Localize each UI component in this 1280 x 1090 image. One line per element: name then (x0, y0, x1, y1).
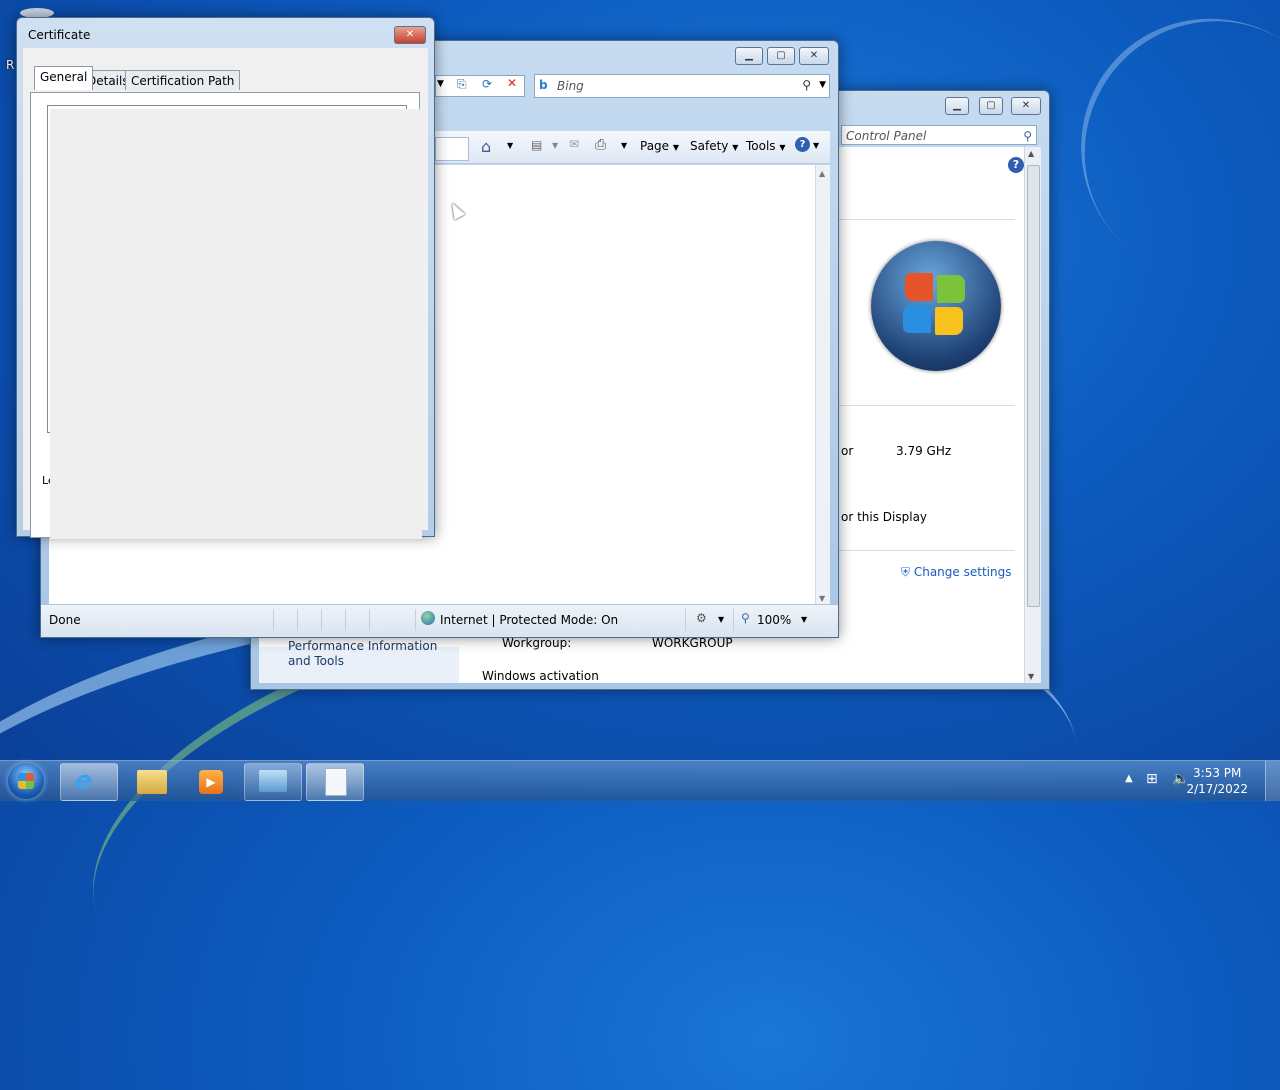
search-placeholder: Control Panel (846, 129, 927, 143)
show-desktop-button[interactable] (1265, 761, 1280, 801)
close-button[interactable]: ✕ (394, 26, 426, 44)
protected-dropdown-icon[interactable]: ▼ (718, 615, 724, 624)
start-button[interactable] (8, 763, 44, 799)
tab-general-label: General (40, 70, 88, 84)
vertical-scrollbar[interactable]: ▲ ▼ (815, 165, 830, 605)
tab-certification-path[interactable]: Certification Path (125, 70, 241, 90)
maximize-button[interactable]: ▢ (979, 97, 1003, 115)
taskbar: e ▶ ▲ ⊞ 🔈 3:53 PM 2/17/2022 (0, 760, 1280, 801)
maximize-button[interactable]: ▢ (767, 47, 795, 65)
status-text: Done (49, 613, 81, 627)
page-menu-label: Page (640, 139, 670, 153)
print-dropdown-icon[interactable]: ▼ (621, 141, 627, 150)
taskbar-explorer[interactable] (122, 763, 180, 801)
desktop-icon-label: R (6, 58, 15, 72)
home-icon[interactable]: ⌂ (481, 137, 491, 156)
tab-stub[interactable] (435, 137, 469, 161)
shield-icon: ⛨ (901, 565, 911, 579)
vertical-scrollbar[interactable]: ▲ ▼ (1024, 147, 1041, 683)
scroll-down-icon[interactable]: ▼ (1028, 672, 1034, 681)
performance-tools-link[interactable]: Performance Information and Tools (288, 639, 458, 669)
minimize-button[interactable]: ▁ (735, 47, 763, 65)
search-dropdown-icon[interactable]: ▼ (819, 80, 826, 90)
print-icon[interactable]: ⎙ (595, 137, 606, 153)
bing-icon: b (539, 78, 548, 92)
safety-menu-label: Safety (690, 139, 729, 153)
search-engine-label: Bing (557, 79, 584, 93)
zoom-dropdown-icon[interactable]: ▼ (801, 615, 807, 624)
safety-menu[interactable]: Safety ▼ (690, 139, 738, 153)
ie-icon: e (75, 766, 93, 796)
workgroup-label: Workgroup: (502, 636, 572, 650)
system-clock[interactable]: 3:53 PM 2/17/2022 (1186, 765, 1248, 797)
scroll-down-icon[interactable]: ▼ (819, 594, 825, 603)
close-button[interactable]: ✕ (1011, 97, 1041, 115)
scroll-up-icon[interactable]: ▲ (1028, 149, 1034, 158)
pen-touch-label: or this Display (841, 510, 928, 524)
show-hidden-icons-icon[interactable]: ▲ (1125, 773, 1133, 784)
tools-menu-label: Tools (746, 139, 776, 153)
change-settings-label: Change settings (913, 565, 1012, 579)
mail-icon[interactable]: ✉ (569, 137, 579, 151)
certificate-body: General Details Certification Path Le (23, 48, 428, 539)
refresh-icon[interactable]: ⟳ (482, 77, 492, 91)
page-menu[interactable]: Page ▼ (640, 139, 679, 153)
search-icon[interactable]: ⚲ (802, 78, 811, 92)
stop-icon[interactable]: ✕ (507, 76, 517, 90)
control-panel-icon (259, 770, 287, 792)
control-panel-search[interactable]: Control Panel ⚲ (841, 125, 1037, 145)
minimize-button[interactable]: ▁ (945, 97, 969, 115)
scroll-up-icon[interactable]: ▲ (819, 169, 825, 178)
home-dropdown-icon[interactable]: ▼ (507, 141, 513, 150)
unpainted-region (50, 109, 422, 539)
help-icon[interactable]: ? (1008, 157, 1024, 173)
divider (839, 219, 1015, 220)
network-icon[interactable]: ⊞ (1146, 771, 1158, 787)
protected-mode-icon[interactable]: ⚙ (696, 611, 707, 625)
wallpaper-arc (1027, 0, 1280, 336)
search-box[interactable]: b Bing ⚲ ▼ (534, 74, 830, 98)
zoom-icon[interactable]: ⚲ (741, 611, 750, 625)
close-button[interactable]: ✕ (799, 47, 829, 65)
help-dropdown-icon[interactable]: ▼ (813, 141, 819, 150)
media-player-icon: ▶ (199, 770, 223, 794)
clock-date: 2/17/2022 (1186, 782, 1248, 796)
address-dropdown-icon[interactable]: ▼ (437, 79, 444, 89)
zoom-level[interactable]: 100% (757, 613, 791, 627)
change-settings-link[interactable]: ⛨ Change settings (901, 565, 1011, 580)
tools-menu[interactable]: Tools ▼ (746, 139, 786, 153)
scroll-thumb[interactable] (1027, 165, 1040, 607)
compatibility-icon[interactable]: ⎘ (457, 77, 467, 92)
activation-heading: Windows activation (482, 669, 599, 683)
globe-icon (421, 611, 435, 625)
tab-certification-path-label: Certification Path (131, 74, 235, 88)
taskbar-control-panel[interactable] (244, 763, 302, 801)
clock-time: 3:53 PM (1193, 766, 1242, 780)
workgroup-value: WORKGROUP (652, 636, 733, 650)
general-tab-panel: Le (30, 92, 422, 539)
divider (839, 550, 1015, 551)
taskbar-document[interactable] (306, 763, 364, 801)
security-zone[interactable]: Internet | Protected Mode: On (440, 613, 618, 627)
help-icon[interactable]: ? (795, 137, 810, 152)
processor-label: or (841, 444, 854, 458)
processor-speed: 3.79 GHz (896, 444, 952, 458)
search-icon[interactable]: ⚲ (1023, 126, 1032, 146)
feeds-icon[interactable]: ▤ (531, 138, 542, 152)
control-panel-left-pane: Performance Information and Tools (259, 639, 459, 683)
taskbar-internet-explorer[interactable]: e (60, 763, 118, 801)
feeds-dropdown-icon[interactable]: ▼ (552, 141, 558, 150)
folder-icon (137, 770, 167, 794)
certificate-dialog[interactable]: Certificate ✕ General Details Certificat… (16, 17, 435, 539)
dialog-title: Certificate (28, 28, 91, 42)
status-bar: Done Internet | Protected Mode: On ⚙ ▼ ⚲… (41, 604, 838, 637)
windows-flag-icon (18, 773, 34, 789)
divider (839, 405, 1015, 406)
windows-logo (871, 241, 1001, 371)
taskbar-media-player[interactable]: ▶ (182, 763, 240, 801)
tab-general[interactable]: General (34, 66, 94, 90)
document-icon (325, 768, 347, 796)
